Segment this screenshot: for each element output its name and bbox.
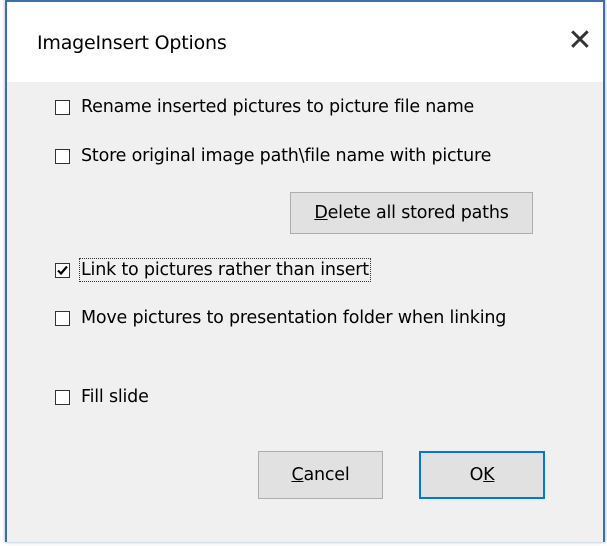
option-label: Link to pictures rather than insert — [79, 258, 371, 282]
option-link-pictures[interactable]: Link to pictures rather than insert — [55, 258, 371, 282]
button-label: O — [469, 465, 484, 485]
button-label: ancel — [303, 465, 350, 485]
button-label: elete all stored paths — [327, 203, 509, 223]
option-label: Store original image path\file name with… — [81, 146, 492, 166]
option-store-path[interactable]: Store original image path\file name with… — [55, 146, 491, 166]
close-icon[interactable]: ✕ — [563, 24, 597, 58]
mnemonic-letter: K — [483, 465, 495, 485]
ok-button[interactable]: OK — [419, 451, 545, 499]
option-fill-slide[interactable]: Fill slide — [55, 387, 149, 407]
checkbox-icon[interactable] — [55, 148, 70, 164]
checkbox-checked-icon[interactable] — [55, 262, 70, 278]
checkmark-icon — [57, 265, 68, 275]
cancel-button[interactable]: Cancel — [258, 451, 383, 499]
option-rename-pictures[interactable]: Rename inserted pictures to picture file… — [55, 97, 474, 117]
checkbox-icon[interactable] — [55, 389, 70, 405]
dialog-window: ImageInsert Options ✕ Rename inserted pi… — [5, 0, 605, 542]
mnemonic-letter: C — [291, 465, 304, 485]
checkbox-icon[interactable] — [55, 99, 70, 115]
title-bar[interactable]: ImageInsert Options ✕ — [7, 2, 603, 82]
dialog-body: Rename inserted pictures to picture file… — [7, 82, 603, 542]
checkbox-icon[interactable] — [55, 310, 70, 326]
mnemonic-letter: D — [314, 203, 328, 223]
option-move-pictures[interactable]: Move pictures to presentation folder whe… — [55, 308, 506, 328]
dialog-title: ImageInsert Options — [37, 32, 227, 54]
option-label: Rename inserted pictures to picture file… — [81, 97, 475, 117]
option-label: Fill slide — [81, 387, 149, 407]
delete-stored-paths-button[interactable]: Delete all stored paths — [290, 192, 533, 234]
option-label: Move pictures to presentation folder whe… — [81, 308, 507, 328]
